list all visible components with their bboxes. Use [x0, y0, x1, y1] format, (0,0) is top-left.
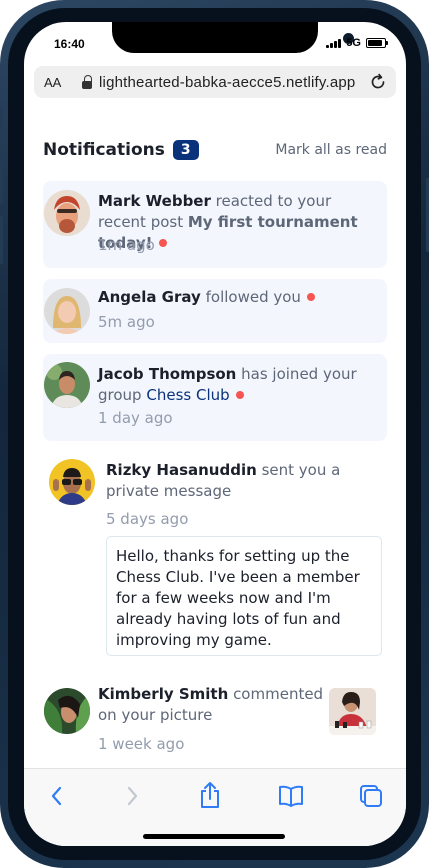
notification-text: Rizky Hasanuddin sent you a private mess… — [106, 461, 341, 500]
user-name[interactable]: Rizky Hasanuddin — [106, 461, 257, 479]
tabs-icon[interactable] — [358, 783, 384, 809]
forward-arrow-icon[interactable] — [121, 783, 143, 809]
notification-text: Kimberly Smith commented on your picture — [98, 685, 324, 724]
share-icon[interactable] — [197, 780, 223, 810]
volume-up-button — [0, 156, 3, 204]
notification-item[interactable]: Jacob Thompson has joined your group Che… — [43, 354, 387, 441]
private-message-box[interactable]: Hello, thanks for setting up the Chess C… — [106, 536, 382, 656]
reload-icon[interactable] — [368, 72, 388, 92]
page-title: Notifications — [43, 140, 165, 160]
notification-time: 5m ago — [98, 313, 155, 331]
notification-time: 1 day ago — [98, 409, 173, 427]
notification-time: 5 days ago — [106, 510, 189, 528]
text-size-button[interactable]: AA — [44, 75, 66, 90]
private-message-text: Hello, thanks for setting up the Chess C… — [116, 547, 360, 649]
user-name[interactable]: Mark Webber — [98, 192, 211, 210]
notification-time: 1m ago — [98, 236, 155, 254]
user-name[interactable]: Angela Gray — [98, 288, 201, 306]
avatar — [44, 688, 90, 734]
volume-down-button — [0, 216, 3, 264]
screen: 16:40 5G AA lighthearted-babka-aecce5.ne… — [24, 22, 406, 846]
network-label: 5G — [346, 37, 361, 49]
unread-dot — [306, 293, 315, 301]
avatar — [44, 288, 90, 334]
battery-icon — [366, 38, 388, 48]
notification-time: 1 week ago — [98, 735, 185, 753]
commented-picture-thumbnail[interactable] — [329, 688, 376, 735]
avatar — [44, 190, 90, 236]
home-indicator[interactable] — [143, 834, 285, 839]
notification-text: Jacob Thompson has joined your group Che… — [98, 365, 357, 404]
unread-count-badge: 3 — [172, 140, 199, 160]
user-name[interactable]: Kimberly Smith — [98, 685, 228, 703]
phone-frame: 16:40 5G AA lighthearted-babka-aecce5.ne… — [0, 0, 429, 868]
status-indicators: 5G — [326, 37, 388, 49]
lock-icon — [82, 75, 92, 89]
status-time: 16:40 — [54, 37, 85, 51]
user-name[interactable]: Jacob Thompson — [98, 365, 236, 383]
address-bar[interactable]: AA lighthearted-babka-aecce5.netlify.app — [34, 66, 396, 98]
notification-item[interactable]: Angela Gray followed you 5m ago — [43, 279, 387, 343]
mark-all-read-button[interactable]: Mark all as read — [275, 142, 387, 158]
notifications-header: Notifications 3 Mark all as read — [43, 136, 387, 164]
unread-dot — [235, 391, 244, 399]
signal-icon — [326, 38, 342, 48]
unread-dot — [158, 239, 167, 247]
avatar — [49, 459, 95, 505]
notification-text: Angela Gray followed you — [98, 287, 375, 308]
notification-item[interactable]: Mark Webber reacted to your recent post … — [43, 181, 387, 268]
url-text[interactable]: lighthearted-babka-aecce5.netlify.app — [99, 74, 355, 91]
avatar — [44, 362, 90, 408]
group-link[interactable]: Chess Club — [146, 386, 229, 404]
notifications-page: Notifications 3 Mark all as read Mark We… — [24, 122, 406, 768]
bookmarks-icon[interactable] — [277, 783, 305, 809]
back-arrow-icon[interactable] — [46, 783, 68, 809]
browser-toolbar — [24, 768, 406, 846]
notch — [112, 22, 354, 53]
mute-switch — [0, 108, 3, 132]
